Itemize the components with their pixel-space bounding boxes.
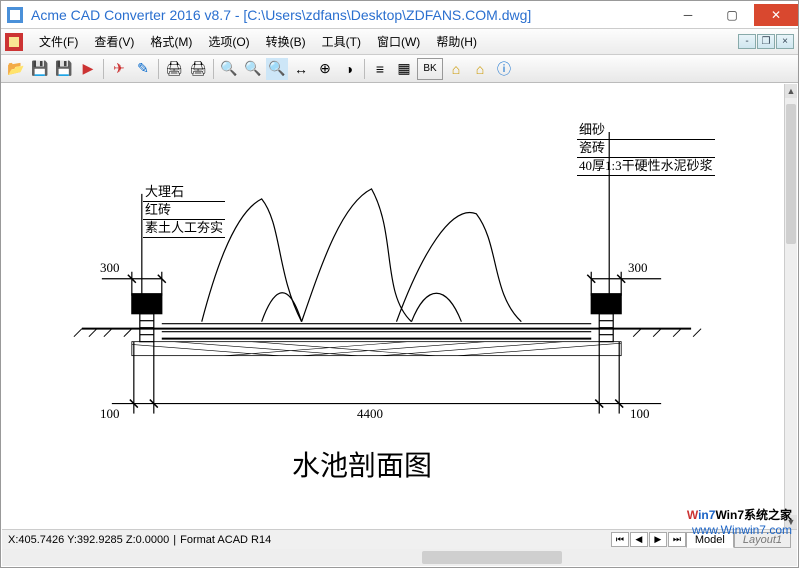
- color-icon[interactable]: ▦: [393, 58, 415, 80]
- tab-last-button[interactable]: ⏭: [668, 532, 686, 547]
- toolbar: 📂 💾 💾 ▶ ✈ ✎ 🖨 🖨 🔍 🔍 🔍 ↔ ⊕ ◑ ≡ ▦ BK ⌂ ⌂ ⓘ: [1, 55, 798, 83]
- menu-options[interactable]: 选项(O): [200, 31, 257, 52]
- close-button[interactable]: ✕: [754, 4, 798, 26]
- mdi-close-button[interactable]: ×: [776, 34, 794, 49]
- separator: [213, 59, 214, 79]
- zoom-window-icon[interactable]: 🔍: [266, 58, 288, 80]
- menu-window[interactable]: 窗口(W): [369, 31, 428, 52]
- separator: [103, 59, 104, 79]
- watermark-title: Win7Win7系统之家: [687, 508, 792, 524]
- vertical-scrollbar[interactable]: ▲ ▼: [784, 84, 797, 529]
- tab-first-button[interactable]: ⏮: [611, 532, 629, 547]
- pan-icon[interactable]: ↔: [290, 58, 312, 80]
- menu-file[interactable]: 文件(F): [31, 31, 86, 52]
- saveall-icon[interactable]: 💾: [53, 58, 75, 80]
- maximize-button[interactable]: ▢: [710, 4, 754, 26]
- status-sep: |: [173, 534, 176, 546]
- label-mortar: 40厚1:3干硬性水泥砂浆: [577, 158, 715, 176]
- tab-next-button[interactable]: ▶: [649, 532, 667, 547]
- home-icon[interactable]: ⌂: [469, 58, 491, 80]
- zoom-extents-icon[interactable]: ⊕: [314, 58, 336, 80]
- tab-prev-button[interactable]: ◀: [630, 532, 648, 547]
- label-tile: 瓷砖: [577, 140, 715, 158]
- label-marble: 大理石: [143, 184, 225, 202]
- batch-icon[interactable]: ✎: [132, 58, 154, 80]
- watermark-url: www.Winwin7.com: [687, 523, 792, 539]
- print-icon[interactable]: 🖨: [163, 58, 185, 80]
- label-redbrick: 红砖: [143, 202, 225, 220]
- menu-convert[interactable]: 转换(B): [258, 31, 314, 52]
- drawing-canvas[interactable]: 大理石 红砖 素土人工夯实 细砂 瓷砖 40厚1:3干硬性水泥砂浆 300 30…: [2, 84, 784, 529]
- mdi-restore-button[interactable]: ❐: [757, 34, 775, 49]
- menu-format[interactable]: 格式(M): [142, 31, 200, 52]
- left-labels: 大理石 红砖 素土人工夯实: [143, 184, 225, 238]
- open-icon[interactable]: 📂: [5, 58, 27, 80]
- drawing-title: 水池剖面图: [292, 444, 432, 484]
- menu-bar: 文件(F) 查看(V) 格式(M) 选项(O) 转换(B) 工具(T) 窗口(W…: [1, 29, 798, 55]
- minimize-button[interactable]: ─: [666, 4, 710, 26]
- zoom-out-icon[interactable]: 🔍: [218, 58, 240, 80]
- status-bar: X:405.7426 Y:392.9285 Z:0.0000 | Format …: [2, 529, 797, 549]
- title-bar: Acme CAD Converter 2016 v8.7 - [C:\Users…: [1, 1, 798, 29]
- pdf-icon[interactable]: ✈: [108, 58, 130, 80]
- hscroll-thumb[interactable]: [422, 551, 562, 564]
- watermark: Win7Win7系统之家 www.Winwin7.com: [687, 508, 792, 539]
- mdi-controls: - ❐ ×: [738, 34, 794, 49]
- label-soil: 素土人工夯实: [143, 220, 225, 238]
- dim-left-300: 300: [100, 260, 120, 276]
- menu-help[interactable]: 帮助(H): [428, 31, 485, 52]
- separator: [158, 59, 159, 79]
- window-controls: ─ ▢ ✕: [666, 4, 798, 26]
- info-icon[interactable]: ⓘ: [493, 58, 515, 80]
- status-format: Format ACAD R14: [180, 534, 271, 546]
- dim-right-300: 300: [628, 260, 648, 276]
- label-finesand: 细砂: [577, 122, 715, 140]
- zoom-in-icon[interactable]: 🔍: [242, 58, 264, 80]
- menu-view[interactable]: 查看(V): [86, 31, 142, 52]
- menu-tools[interactable]: 工具(T): [314, 31, 369, 52]
- layers-icon[interactable]: ≡: [369, 58, 391, 80]
- export-icon[interactable]: ▶: [77, 58, 99, 80]
- status-coords: X:405.7426 Y:392.9285 Z:0.0000: [8, 534, 169, 546]
- right-labels: 细砂 瓷砖 40厚1:3干硬性水泥砂浆: [577, 122, 715, 176]
- mdi-minimize-button[interactable]: -: [738, 34, 756, 49]
- separator: [364, 59, 365, 79]
- save-icon[interactable]: 💾: [29, 58, 51, 80]
- print-preview-icon[interactable]: 🖨: [187, 58, 209, 80]
- scroll-up-icon[interactable]: ▲: [785, 84, 797, 98]
- logo-icon: [5, 33, 23, 51]
- horizontal-scrollbar[interactable]: [2, 549, 797, 566]
- window-title: Acme CAD Converter 2016 v8.7 - [C:\Users…: [31, 7, 666, 23]
- zoom-realtime-icon[interactable]: ◑: [338, 58, 360, 80]
- scroll-thumb[interactable]: [786, 104, 796, 244]
- bk-button[interactable]: BK: [417, 58, 443, 80]
- tab-nav: ⏮ ◀ ▶ ⏭: [611, 532, 686, 547]
- font-icon[interactable]: ⌂: [445, 58, 467, 80]
- dim-left-100: 100: [100, 406, 120, 422]
- dim-mid-4400: 4400: [357, 406, 383, 422]
- app-icon: [7, 7, 23, 23]
- dim-right-100: 100: [630, 406, 650, 422]
